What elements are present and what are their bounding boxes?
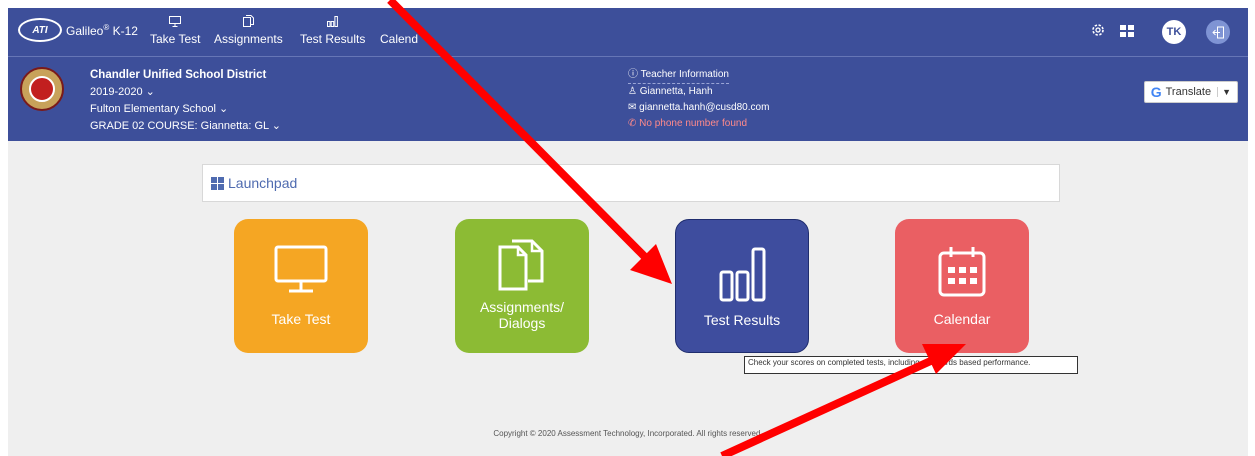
top-nav-bar: ATI Galileo® K-12 Take Test Assignments … <box>8 8 1248 56</box>
tile-label: Take Test <box>271 311 331 327</box>
gear-icon[interactable] <box>1090 22 1106 43</box>
exit-icon <box>1206 20 1230 44</box>
calendar-icon <box>380 14 418 32</box>
grid-icon <box>211 176 224 190</box>
nav-label: Calend <box>380 32 419 46</box>
district-info: Chandler Unified School District 2019-20… <box>90 67 281 135</box>
info-icon: ⓘ <box>628 69 638 80</box>
nav-label: Assignments <box>214 32 283 46</box>
grid-icon[interactable] <box>1120 24 1134 42</box>
brand[interactable]: ATI Galileo® K-12 <box>18 18 138 42</box>
district-name: Chandler Unified School District <box>90 69 267 81</box>
nav-calendar[interactable]: Calend <box>380 14 418 46</box>
ati-logo: ATI <box>18 18 62 42</box>
user-avatar[interactable]: TK <box>1162 20 1186 44</box>
monitor-icon <box>150 14 200 32</box>
exit-button[interactable] <box>1206 20 1230 44</box>
teacher-email[interactable]: ✉ giannetta.hanh@cusd80.com <box>628 100 769 116</box>
bar-chart-icon <box>300 14 365 32</box>
mail-icon: ✉ <box>628 102 637 113</box>
school-info-bar: Chandler Unified School District 2019-20… <box>8 56 1248 141</box>
tile-take-test[interactable]: Take Test <box>234 219 368 353</box>
calendar-icon <box>895 245 1029 305</box>
teacher-name: ♙ Giannetta, Hanh <box>628 86 713 97</box>
phone-icon: ✆ <box>628 118 637 129</box>
documents-icon <box>214 14 283 32</box>
nav-test-results[interactable]: Test Results <box>300 14 365 46</box>
teacher-heading[interactable]: ⓘ Teacher Information <box>628 67 729 84</box>
nav-take-test[interactable]: Take Test <box>150 14 200 46</box>
tile-assignments-dialogs[interactable]: Assignments/ Dialogs <box>455 219 589 353</box>
monitor-icon <box>234 245 368 305</box>
nav-label: Test Results <box>300 32 366 46</box>
user-icon: ♙ <box>628 86 637 97</box>
translate-button[interactable]: G Translate ▼ <box>1143 81 1238 103</box>
tile-label: Calendar <box>933 311 991 327</box>
course-select[interactable]: GRADE 02 COURSE: Giannetta: GL ⌄ <box>90 118 281 135</box>
copyright-footer: Copyright © 2020 Assessment Technology, … <box>493 429 763 438</box>
launchpad-header: Launchpad <box>202 164 1060 202</box>
tile-calendar[interactable]: Calendar <box>895 219 1029 353</box>
tile-label: Test Results <box>703 312 781 328</box>
nav-label: Take Test <box>150 32 201 46</box>
avatar-initials: TK <box>1162 20 1186 44</box>
tile-test-results[interactable]: Test Results <box>675 219 809 353</box>
translate-label: Translate <box>1165 86 1212 98</box>
tile-label: Assignments/ Dialogs <box>479 299 565 331</box>
app-frame: ATI Galileo® K-12 Take Test Assignments … <box>8 8 1248 456</box>
nav-assignments[interactable]: Assignments <box>214 14 283 46</box>
teacher-info: ⓘ Teacher Information ♙ Giannetta, Hanh … <box>628 67 769 132</box>
google-icon: G <box>1150 84 1162 100</box>
launchpad-title: Launchpad <box>228 175 298 191</box>
chevron-down-icon: ⌄ <box>219 103 229 115</box>
chevron-down-icon: ⌄ <box>271 120 281 132</box>
school-select[interactable]: Fulton Elementary School ⌄ <box>90 101 281 118</box>
district-seal <box>20 67 64 111</box>
teacher-phone: ✆ No phone number found <box>628 118 748 129</box>
tooltip: Check your scores on completed tests, in… <box>744 356 1078 374</box>
documents-icon <box>455 237 589 297</box>
chevron-down-icon: ⌄ <box>145 86 155 98</box>
bar-chart-icon <box>676 246 808 306</box>
caret-down-icon: ▼ <box>1217 87 1231 97</box>
year-select[interactable]: 2019-2020 ⌄ <box>90 84 281 101</box>
brand-name: Galileo® K-12 <box>66 22 138 38</box>
